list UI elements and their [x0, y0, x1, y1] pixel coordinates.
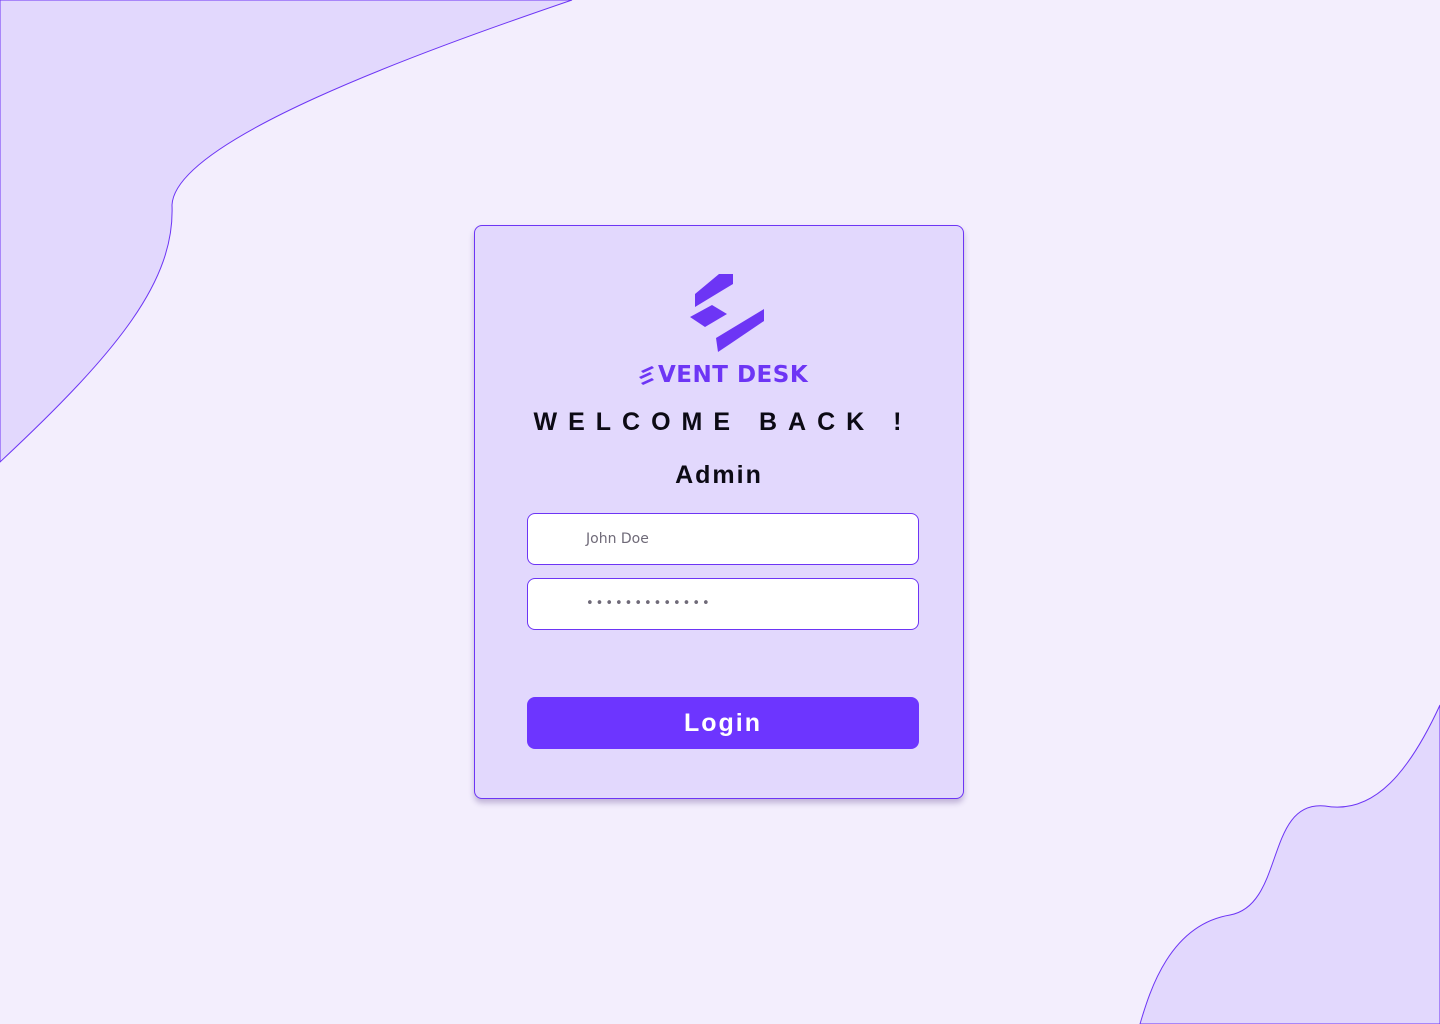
password-field[interactable]: •••••••••••••	[527, 578, 919, 630]
event-desk-logo-icon	[690, 274, 764, 352]
role-label: Admin	[675, 461, 763, 489]
password-value: •••••••••••••	[586, 595, 712, 611]
login-button[interactable]: Login	[527, 697, 919, 749]
login-card: VENT DESK WELCOME BACK ! Admin John Doe …	[474, 225, 964, 799]
login-page: VENT DESK WELCOME BACK ! Admin John Doe …	[0, 0, 1440, 1024]
brand-name: VENT DESK	[658, 362, 809, 388]
username-field[interactable]: John Doe	[527, 513, 919, 565]
brand-e-stripes-icon	[639, 366, 654, 385]
welcome-heading: WELCOME BACK !	[533, 408, 913, 436]
brand-wordmark: VENT DESK	[637, 360, 808, 390]
username-value: John Doe	[586, 531, 649, 547]
